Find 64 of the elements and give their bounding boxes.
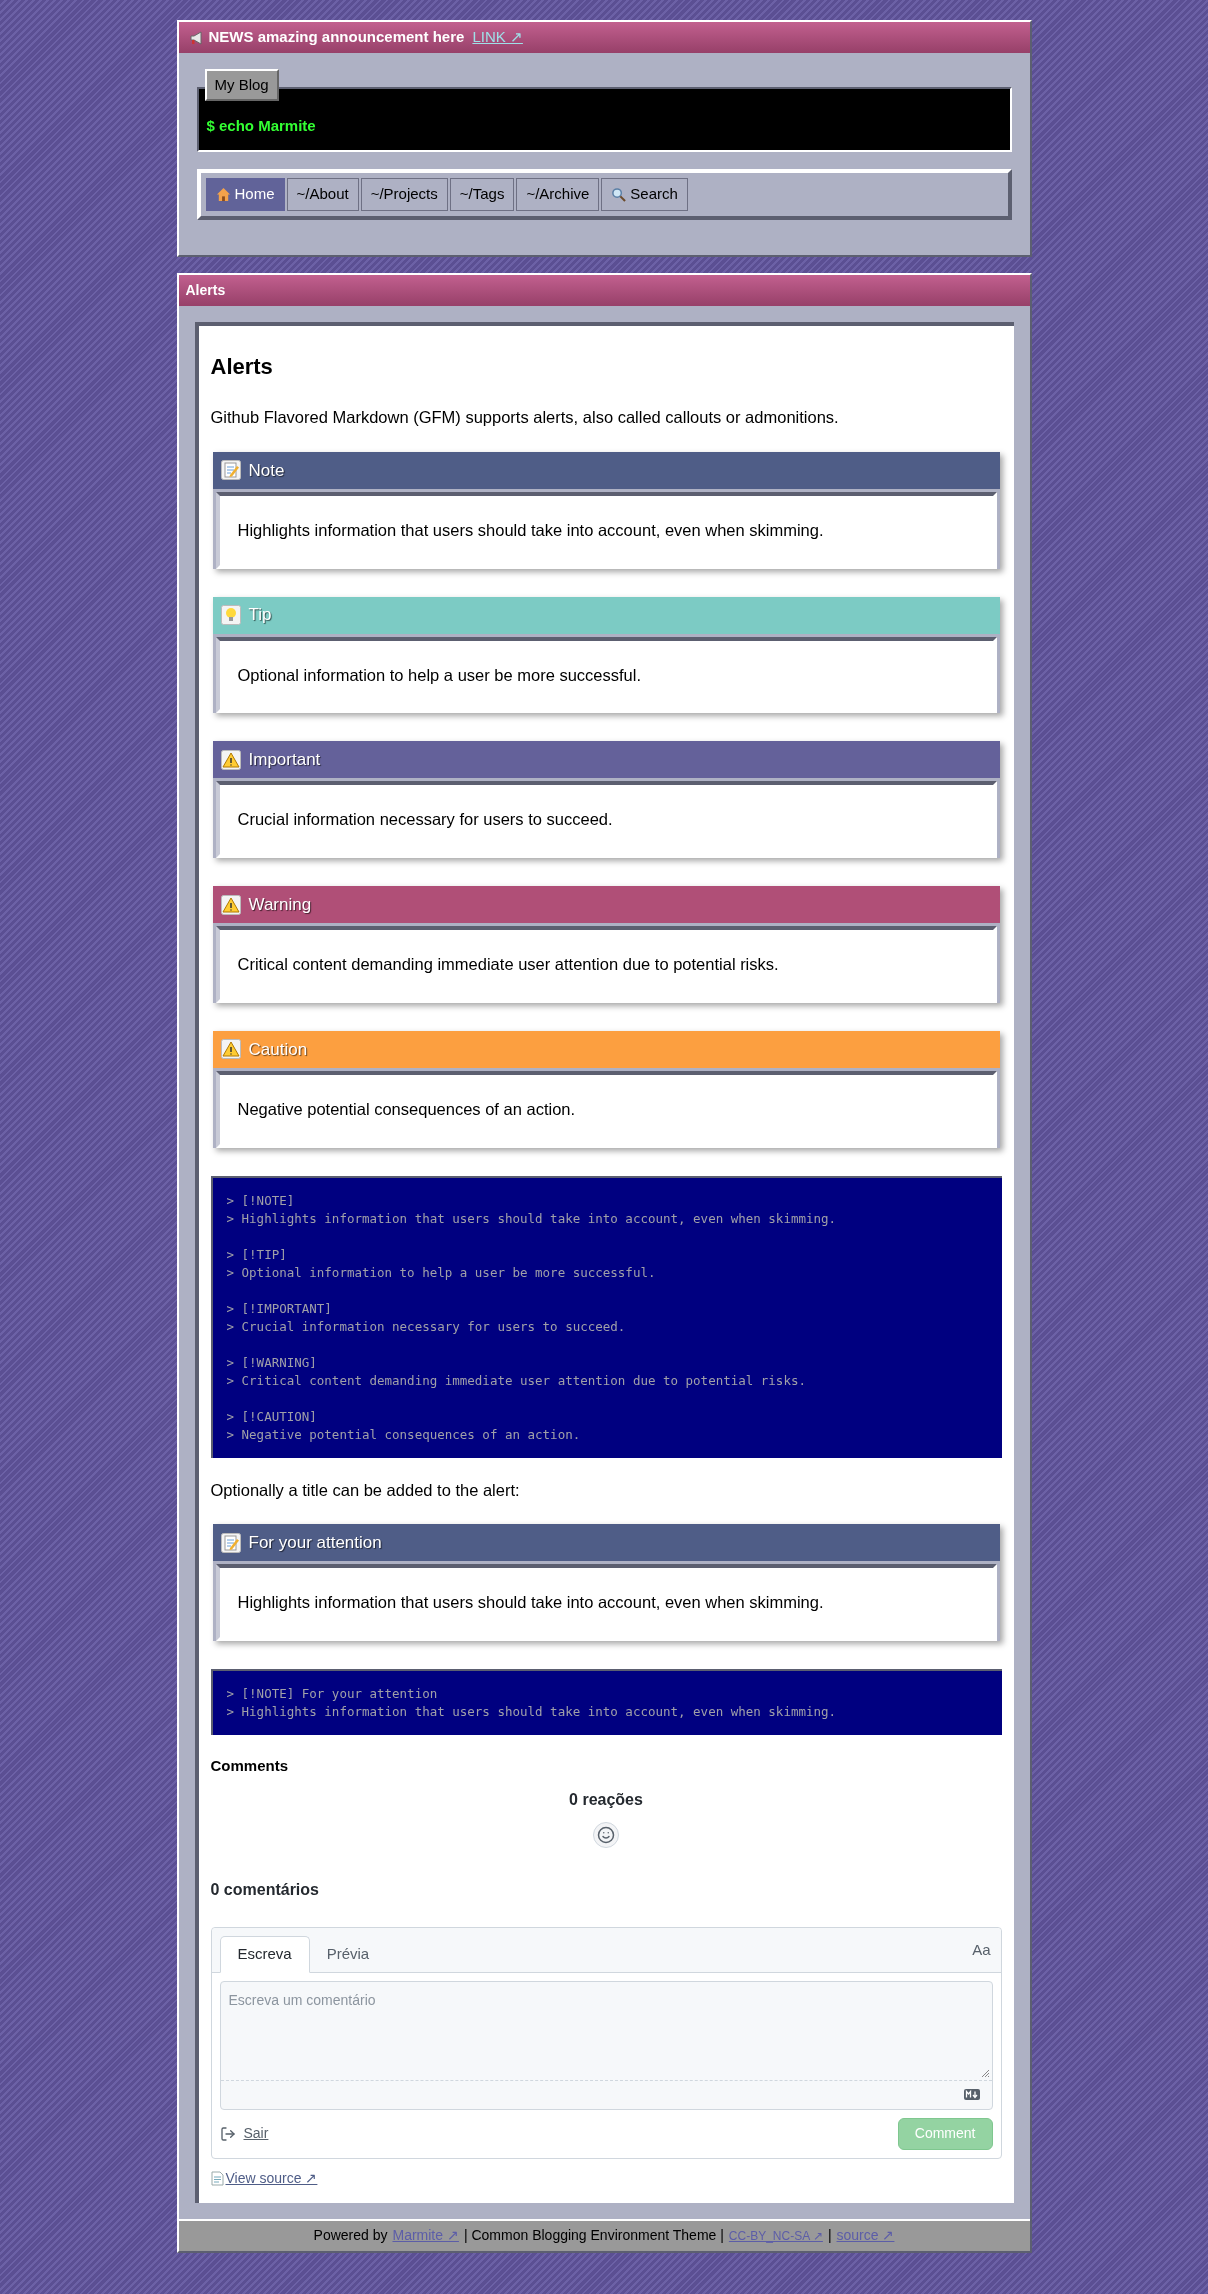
code-line: > Negative potential consequences of an action. [226,1425,582,1444]
font-toggle[interactable]: Aa [972,1939,991,1962]
paragraph: Github Flavored Markdown (GFM) supports alerts, also called callouts or admonitions. [210,407,840,428]
article-title: Alerts [210,353,274,381]
warning-icon [220,894,241,915]
code-line: > [!WARNING] [226,1353,318,1372]
footer-text: | [827,2226,832,2245]
alert-title: Important [248,749,321,771]
megaphone-icon [188,29,205,46]
code-line: > [!TIP] [226,1245,288,1264]
code-line: > Crucial information necessary for users to succeed. [226,1317,627,1336]
house-icon [215,187,231,202]
news-link[interactable]: LINK ↗ [472,26,523,49]
comments-heading: Comments [210,1756,289,1776]
footer-text: | Common Blogging Environment Theme | [463,2226,724,2245]
panel-title: Alerts [185,281,226,300]
document-icon [210,2170,224,2186]
alert-title: Warning [248,893,312,916]
news-text: NEWS amazing announcement here [208,27,465,48]
smile-icon [597,1825,615,1844]
alert-text: Critical content demanding immediate user attention due to potential risks. [237,954,780,975]
editor-tab[interactable]: Escreva [219,1935,310,1973]
resize-grip-icon [980,2068,990,2078]
alert-text: Crucial information necessary for users to succeed. [237,809,614,831]
memo-icon [220,1532,241,1553]
comment-textarea[interactable]: Escreva um comentário [219,1980,993,2110]
alert-title: For your attention [248,1532,382,1554]
comment-count: 0 comentários [210,1879,320,1900]
code-line: > [!NOTE] For your attention [226,1685,439,1703]
footer-text: Powered by [313,2226,388,2245]
sign-out-icon [219,2125,236,2142]
nav-tab[interactable]: ~/Archive [516,178,600,211]
warning-icon [220,749,241,770]
search-icon [611,187,627,202]
alert-title: Tip [248,604,272,627]
terminal-prompt: $ echo Marmite [206,115,316,136]
code-line: > Optional information to help a user be more successful. [226,1263,657,1282]
alert-title: Caution [248,1038,308,1061]
warning-icon [220,1039,241,1060]
code-line: > Critical content demanding immediate user attention due to potential risks. [226,1371,807,1390]
code-line: > [!CAUTION] [226,1407,318,1426]
alert-text: Highlights information that users should take into account, even when skimming. [237,519,825,541]
alert-text: Optional information to help a user be more successful. [237,664,643,686]
editor-tab[interactable]: Prévia [309,1935,387,1973]
reactions-count: 0 reações [569,1789,643,1810]
lightbulb-icon [220,605,241,625]
nav-tab[interactable]: Home [205,178,285,211]
add-reaction-button[interactable] [593,1821,619,1848]
paragraph: Optionally a title can be added to the alert: [210,1479,521,1501]
alert-text: Highlights information that users should take into account, even when skimming. [237,1592,825,1614]
markdown-icon [963,2089,980,2100]
code-line: > [!IMPORTANT] [226,1299,333,1318]
sign-out-link[interactable]: Sair [243,2123,269,2144]
nav-tab[interactable]: ~/Projects [360,178,448,211]
nav-tab[interactable]: ~/Tags [449,178,515,211]
code-line: > Highlights information that users should take into account, even when skimming. [226,1209,838,1228]
alert-text: Negative potential consequences of an action. [237,1098,577,1120]
code-line: > Highlights information that users should take into account, even when skimming. [226,1703,838,1721]
view-source-link[interactable]: View source ↗ [225,2167,318,2189]
code-line: > [!NOTE] [226,1191,296,1210]
memo-icon [220,460,241,481]
alert-title: Note [248,459,285,482]
nav-tab[interactable]: ~/About [286,178,359,211]
nav-tab[interactable]: Search [601,178,688,211]
